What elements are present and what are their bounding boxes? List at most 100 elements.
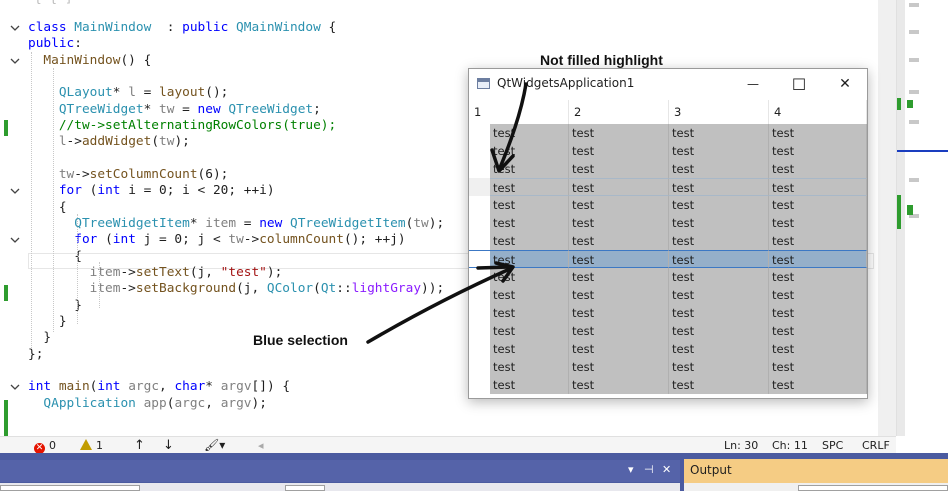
tree-cell[interactable]: test — [769, 268, 867, 286]
code-line[interactable]: item->setBackground(j, QColor(Qt::lightG… — [28, 281, 445, 297]
tree-cell[interactable]: test — [669, 232, 769, 250]
tree-cell[interactable]: test — [569, 232, 669, 250]
code-minimap[interactable] — [896, 0, 948, 436]
arrow-down-icon[interactable]: ↓ — [163, 438, 174, 453]
tree-cell[interactable]: test — [569, 268, 669, 286]
tree-row[interactable]: test test test test — [469, 268, 867, 286]
dropdown-icon[interactable]: ▾ — [628, 463, 634, 477]
tree-cell[interactable]: test — [569, 214, 669, 232]
line-number[interactable]: Ln: 30 — [724, 438, 758, 453]
code-line[interactable]: } — [28, 298, 82, 314]
tree-cell[interactable]: test — [490, 358, 569, 376]
tree-row[interactable]: test test test test — [469, 124, 867, 142]
tree-cell[interactable]: test — [669, 124, 769, 142]
minimize-button[interactable]: — — [730, 69, 776, 100]
tree-row[interactable]: test test test test — [469, 376, 867, 394]
fold-chevron-icon[interactable] — [10, 382, 20, 392]
tree-row[interactable]: test test test test — [469, 178, 867, 196]
code-line[interactable]: class MainWindow : public QMainWindow { — [28, 20, 336, 36]
code-line[interactable]: item->setText(j, "test"); — [28, 265, 283, 281]
column-header-1[interactable]: 1 — [469, 100, 569, 124]
close-button[interactable]: ✕ — [822, 69, 868, 100]
code-line[interactable]: //tw->setAlternatingRowColors(true); — [28, 118, 336, 134]
line-ending[interactable]: CRLF — [862, 438, 890, 453]
tree-cell[interactable]: test — [569, 376, 669, 394]
tree-cell[interactable]: test — [769, 250, 867, 268]
tree-cell[interactable]: test — [569, 178, 669, 196]
fold-chevron-icon[interactable] — [10, 235, 20, 245]
scroll-left-icon[interactable]: ◂ — [258, 438, 264, 453]
tree-cell[interactable]: test — [769, 286, 867, 304]
tree-cell[interactable]: test — [769, 322, 867, 340]
tree-row[interactable]: test test test test — [469, 142, 867, 160]
column-header-4[interactable]: 4 — [769, 100, 867, 124]
tree-cell[interactable]: test — [569, 196, 669, 214]
tree-row[interactable]: test test test test — [469, 214, 867, 232]
tree-cell[interactable]: test — [490, 286, 569, 304]
tree-cell[interactable]: test — [569, 322, 669, 340]
vertical-scrollbar[interactable] — [878, 0, 896, 436]
tree-cell[interactable]: test — [490, 268, 569, 286]
pin-icon[interactable]: ⊣ — [644, 463, 654, 477]
tree-cell[interactable]: test — [490, 376, 569, 394]
tree-cell[interactable]: test — [769, 178, 867, 196]
code-line[interactable]: for (int j = 0; j < tw->columnCount(); +… — [28, 232, 405, 248]
code-line[interactable]: QApplication app(argc, argv); — [28, 396, 267, 412]
code-line[interactable]: { — [28, 249, 82, 265]
tree-cell[interactable]: test — [490, 196, 569, 214]
tree-row[interactable]: test test test test — [469, 304, 867, 322]
warning-count[interactable]: 1 — [80, 438, 103, 453]
tree-cell[interactable]: test — [490, 322, 569, 340]
tree-cell[interactable]: test — [769, 214, 867, 232]
close-icon[interactable]: ✕ — [662, 463, 671, 477]
spacing-mode[interactable]: SPC — [822, 438, 843, 453]
tree-cell[interactable]: test — [569, 286, 669, 304]
code-line[interactable]: public: — [28, 36, 82, 52]
tree-cell[interactable]: test — [669, 160, 769, 178]
fold-chevron-icon[interactable] — [10, 56, 20, 66]
fold-chevron-icon[interactable] — [10, 186, 20, 196]
tree-cell[interactable]: test — [490, 232, 569, 250]
tree-cell[interactable]: test — [569, 304, 669, 322]
tree-cell[interactable]: test — [769, 142, 867, 160]
code-line[interactable]: for (int i = 0; i < 20; ++i) — [28, 183, 275, 199]
window-titlebar[interactable]: QtWidgetsApplication1 — ☐ ✕ — [469, 69, 867, 100]
tree-cell[interactable]: test — [490, 160, 569, 178]
tree-widget[interactable]: test test test test test test test test test test… — [469, 124, 867, 398]
tree-cell[interactable]: test — [769, 376, 867, 394]
tree-cell[interactable]: test — [569, 250, 669, 268]
tree-cell[interactable]: test — [490, 178, 569, 196]
tree-row[interactable]: test test test test — [469, 160, 867, 178]
tree-cell[interactable]: test — [769, 304, 867, 322]
column-header-2[interactable]: 2 — [569, 100, 669, 124]
fold-chevron-icon[interactable] — [10, 23, 20, 33]
tree-row[interactable]: test test test test — [469, 358, 867, 376]
code-line[interactable]: MainWindow() { — [28, 53, 151, 69]
tree-cell[interactable]: test — [490, 214, 569, 232]
output-panel-tab[interactable]: Output — [684, 459, 948, 483]
tree-cell[interactable]: test — [569, 124, 669, 142]
error-count[interactable]: ✕ 0 — [34, 438, 56, 454]
code-line[interactable]: }; — [28, 347, 43, 363]
tree-cell[interactable]: test — [769, 196, 867, 214]
tree-cell[interactable]: test — [490, 124, 569, 142]
tree-cell[interactable]: test — [669, 286, 769, 304]
tree-row[interactable]: test test test test — [469, 232, 867, 250]
tree-header[interactable]: 1234 — [469, 100, 867, 125]
tree-cell[interactable]: test — [669, 196, 769, 214]
tree-cell[interactable]: test — [669, 250, 769, 268]
tree-cell[interactable]: test — [569, 160, 669, 178]
tree-row[interactable]: test test test test — [469, 286, 867, 304]
tree-cell[interactable]: test — [490, 250, 569, 268]
tree-cell[interactable]: test — [769, 124, 867, 142]
code-line[interactable]: QTreeWidget* tw = new QTreeWidget; — [28, 102, 321, 118]
code-line[interactable]: } — [28, 314, 67, 330]
code-line[interactable]: int main(int argc, char* argv[]) { — [28, 379, 290, 395]
code-line[interactable]: QLayout* l = layout(); — [28, 85, 229, 101]
tree-cell[interactable]: test — [669, 304, 769, 322]
code-line[interactable]: tw->setColumnCount(6); — [28, 167, 229, 183]
tree-cell[interactable]: test — [769, 232, 867, 250]
tree-cell[interactable]: test — [490, 142, 569, 160]
tree-row[interactable]: test test test test — [469, 250, 867, 268]
tree-cell[interactable]: test — [669, 268, 769, 286]
